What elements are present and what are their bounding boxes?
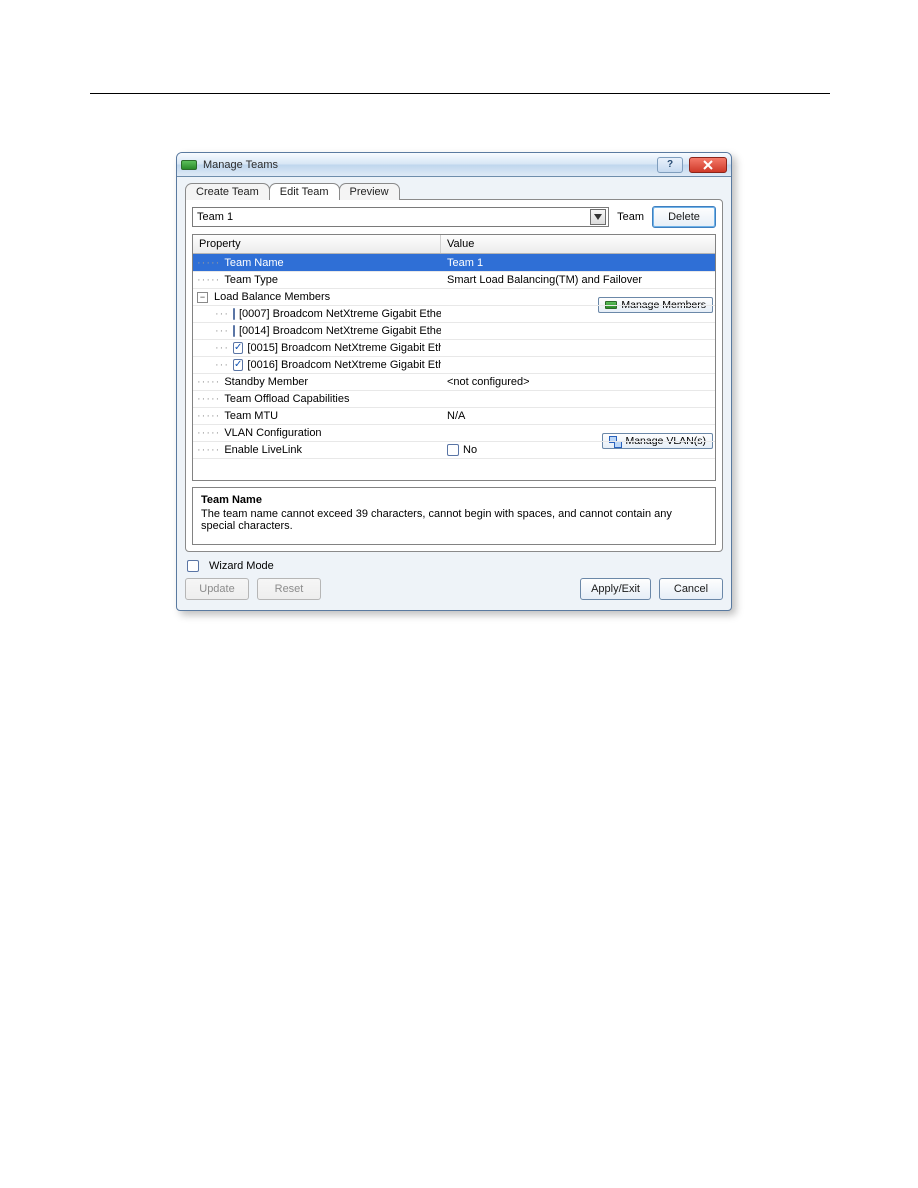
- row-standby-member[interactable]: ····· Standby Member <not configured>: [193, 373, 715, 390]
- page-rule: [90, 93, 830, 94]
- team-select-value: Team 1: [197, 211, 233, 223]
- member-checkbox[interactable]: [233, 325, 235, 337]
- tree-dots-icon: ···: [215, 342, 229, 354]
- tab-preview[interactable]: Preview: [339, 183, 400, 200]
- apply-exit-button[interactable]: Apply/Exit: [580, 578, 651, 600]
- wizard-mode-label: Wizard Mode: [209, 560, 274, 572]
- update-button: Update: [185, 578, 249, 600]
- tab-panel-edit: Team 1 Team Delete Property Value ····· T…: [185, 199, 723, 552]
- tree-dots-icon: ·····: [197, 393, 220, 405]
- row-load-balance[interactable]: − Load Balance Members Manage Members: [193, 288, 715, 305]
- member-label: [0007] Broadcom NetXtreme Gigabit Ethern…: [239, 308, 441, 320]
- row-member-0[interactable]: ··· [0007] Broadcom NetXtreme Gigabit Et…: [193, 305, 715, 322]
- row-offload[interactable]: ····· Team Offload Capabilities: [193, 390, 715, 407]
- chevron-down-icon: [594, 214, 602, 220]
- grid-header: Property Value: [193, 235, 715, 254]
- header-value: Value: [441, 235, 715, 253]
- tree-dots-icon: ···: [215, 325, 229, 337]
- row-empty: [193, 458, 715, 480]
- tree-dots-icon: ···: [215, 308, 229, 320]
- tree-dots-icon: ···: [215, 359, 229, 371]
- prop-livelink: Enable LiveLink: [224, 444, 302, 456]
- val-mtu: N/A: [447, 410, 465, 422]
- member-label: [0014] Broadcom NetXtreme Gigabit Ethern…: [239, 325, 441, 337]
- row-mtu[interactable]: ····· Team MTU N/A: [193, 407, 715, 424]
- val-standby: <not configured>: [447, 376, 530, 388]
- app-icon: [181, 160, 197, 170]
- tree-dots-icon: ·····: [197, 427, 220, 439]
- reset-button: Reset: [257, 578, 321, 600]
- tree-dots-icon: ·····: [197, 376, 220, 388]
- team-label: Team: [617, 211, 644, 223]
- member-checkbox[interactable]: [233, 359, 243, 371]
- tree-dots-icon: ·····: [197, 257, 220, 269]
- description-title: Team Name: [201, 494, 707, 506]
- tree-dots-icon: ·····: [197, 274, 220, 286]
- dropdown-arrow-icon[interactable]: [590, 209, 606, 225]
- member-checkbox[interactable]: [233, 342, 243, 354]
- prop-vlan: VLAN Configuration: [224, 427, 321, 439]
- row-member-3[interactable]: ··· [0016] Broadcom NetXtreme Gigabit Et…: [193, 356, 715, 373]
- prop-standby: Standby Member: [224, 376, 308, 388]
- properties-grid: Property Value ····· Team Name Team 1 ···…: [192, 234, 716, 481]
- row-vlan[interactable]: ·····VLAN Configuration Manage VLAN(s): [193, 424, 715, 441]
- row-member-1[interactable]: ··· [0014] Broadcom NetXtreme Gigabit Et…: [193, 322, 715, 339]
- close-icon: [702, 160, 714, 170]
- member-label: [0016] Broadcom NetXtreme Gigabit Ethern…: [247, 359, 441, 371]
- help-button[interactable]: ?: [657, 157, 683, 173]
- member-checkbox[interactable]: [233, 308, 235, 320]
- tab-create-team[interactable]: Create Team: [185, 183, 270, 200]
- val-livelink: No: [463, 444, 477, 456]
- close-button[interactable]: [689, 157, 727, 173]
- prop-load-balance: Load Balance Members: [214, 291, 330, 303]
- tab-edit-team[interactable]: Edit Team: [269, 183, 340, 200]
- prop-mtu: Team MTU: [224, 410, 278, 422]
- prop-offload: Team Offload Capabilities: [224, 393, 349, 405]
- prop-team-type: Team Type: [224, 274, 278, 286]
- row-team-name[interactable]: ····· Team Name Team 1: [193, 254, 715, 271]
- window-title: Manage Teams: [203, 159, 651, 171]
- val-team-name: Team 1: [447, 257, 483, 269]
- header-property: Property: [193, 235, 441, 253]
- tree-dots-icon: ·····: [197, 444, 220, 456]
- row-member-2[interactable]: ··· [0015] Broadcom NetXtreme Gigabit Et…: [193, 339, 715, 356]
- description-body: The team name cannot exceed 39 character…: [201, 508, 707, 532]
- team-select[interactable]: Team 1: [192, 207, 609, 227]
- tab-strip: Create Team Edit Team Preview: [185, 183, 723, 200]
- livelink-checkbox[interactable]: [447, 444, 459, 456]
- manage-teams-dialog: Manage Teams ? Create Team Edit Team Pre…: [176, 152, 732, 611]
- prop-team-name: Team Name: [224, 257, 283, 269]
- description-panel: Team Name The team name cannot exceed 39…: [192, 487, 716, 545]
- cancel-button[interactable]: Cancel: [659, 578, 723, 600]
- member-label: [0015] Broadcom NetXtreme Gigabit Ethern…: [247, 342, 441, 354]
- delete-button[interactable]: Delete: [652, 206, 716, 228]
- tree-dots-icon: ·····: [197, 410, 220, 422]
- titlebar[interactable]: Manage Teams ?: [177, 153, 731, 177]
- val-team-type: Smart Load Balancing(TM) and Failover: [447, 274, 642, 286]
- collapse-icon[interactable]: −: [197, 292, 208, 303]
- row-livelink[interactable]: ····· Enable LiveLink No: [193, 441, 715, 458]
- wizard-mode-checkbox[interactable]: [187, 560, 199, 572]
- row-team-type[interactable]: ····· Team Type Smart Load Balancing(TM) …: [193, 271, 715, 288]
